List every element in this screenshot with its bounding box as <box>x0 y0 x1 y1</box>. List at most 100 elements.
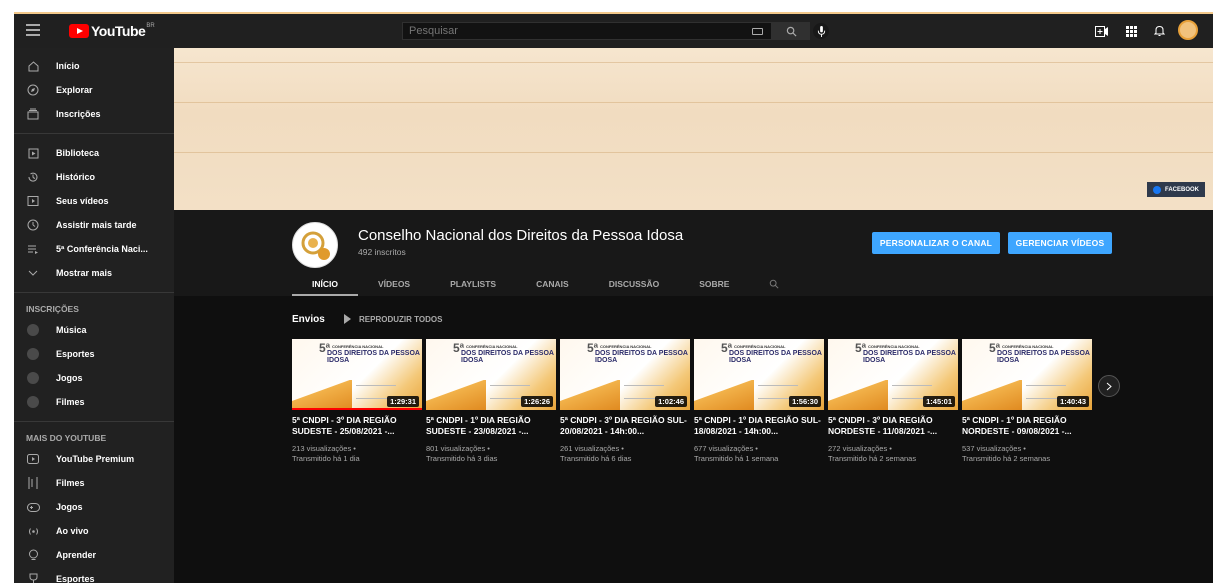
keyboard-icon[interactable] <box>752 27 763 35</box>
video-thumbnail[interactable]: 5ª CONFERÊNCIA NACIONAL DOS DIREITOS DA PE… <box>962 339 1092 410</box>
video-thumbnail[interactable]: 5ª CONFERÊNCIA NACIONAL DOS DIREITOS DA PE… <box>426 339 556 410</box>
video-title[interactable]: 5ª CNDPI - 3º DIA REGIÃO NORDESTE - 11/0… <box>828 415 958 437</box>
video-title[interactable]: 5ª CNDPI - 1º DIA REGIÃO NORDESTE - 09/0… <box>962 415 1092 437</box>
gamepad-icon <box>26 500 40 514</box>
apps-grid-icon[interactable] <box>1124 24 1138 38</box>
history-icon <box>26 170 40 184</box>
sidebar-item-music[interactable]: Música <box>14 318 174 342</box>
video-card[interactable]: 5ª CONFERÊNCIA NACIONAL DOS DIREITOS DA PE… <box>694 339 824 464</box>
customize-channel-button[interactable]: PERSONALIZAR O CANAL <box>872 232 1000 254</box>
uploads-section: Envios REPRODUZIR TODOS 5ª CONFERÊNCIA NA… <box>174 296 1213 583</box>
next-arrow-button[interactable] <box>1098 375 1120 397</box>
play-icon <box>344 314 351 324</box>
video-card[interactable]: 5ª CONFERÊNCIA NACIONAL DOS DIREITOS DA PE… <box>560 339 690 464</box>
trophy-icon <box>26 572 40 583</box>
video-views: 801 visualizações • <box>426 444 490 453</box>
notifications-bell-icon[interactable] <box>1152 24 1166 38</box>
subscriptions-icon <box>26 107 40 121</box>
banner-stripe <box>174 152 1213 153</box>
account-avatar[interactable] <box>1178 20 1198 40</box>
video-title[interactable]: 5ª CNDPI - 3º DIA REGIÃO SUL- 20/08/2021… <box>560 415 690 437</box>
video-thumbnail[interactable]: 5ª CONFERÊNCIA NACIONAL DOS DIREITOS DA PE… <box>828 339 958 410</box>
thumbnail-text: CONFERÊNCIA NACIONAL <box>600 344 652 349</box>
sidebar-item-learning[interactable]: Aprender <box>14 543 174 567</box>
thumbnail-title: DOS DIREITOS DA PESSOA IDOSA <box>997 350 1090 364</box>
sidebar-item-label: Filmes <box>56 478 85 488</box>
watched-progress-bar <box>292 408 422 410</box>
sidebar-item-history[interactable]: Histórico <box>14 165 174 189</box>
sidebar-item-label: Música <box>56 325 87 335</box>
youtube-premium-icon <box>26 452 40 466</box>
video-title[interactable]: 5ª CNDPI - 1º DIA REGIÃO SUDESTE - 23/08… <box>426 415 556 437</box>
subscriber-count: 492 inscritos <box>358 247 406 257</box>
video-thumbnail[interactable]: 5ª CONFERÊNCIA NACIONAL DOS DIREITOS DA PE… <box>560 339 690 410</box>
play-all-label: REPRODUZIR TODOS <box>359 314 443 324</box>
search-button[interactable] <box>772 22 810 40</box>
sidebar-item-playlist[interactable]: 5ª Conferência Naci... <box>14 237 174 261</box>
sidebar-item-label: Jogos <box>56 502 83 512</box>
sidebar-item-games[interactable]: Jogos <box>14 495 174 519</box>
video-card[interactable]: 5ª CONFERÊNCIA NACIONAL DOS DIREITOS DA PE… <box>962 339 1092 464</box>
tab-discussion[interactable]: DISCUSSÃO <box>589 272 680 296</box>
menu-icon[interactable] <box>26 24 40 36</box>
sidebar-item-explore[interactable]: Explorar <box>14 78 174 102</box>
video-thumbnail[interactable]: 5ª CONFERÊNCIA NACIONAL DOS DIREITOS DA PE… <box>694 339 824 410</box>
sidebar-item-show-more[interactable]: Mostrar mais <box>14 261 174 285</box>
video-card[interactable]: 5ª CONFERÊNCIA NACIONAL DOS DIREITOS DA PE… <box>828 339 958 464</box>
sidebar-item-sports[interactable]: Esportes <box>14 342 174 366</box>
sidebar-item-label: Filmes <box>56 397 85 407</box>
video-title[interactable]: 5ª CNDPI - 1º DIA REGIÃO SUL- 18/08/2021… <box>694 415 824 437</box>
sidebar-divider <box>14 292 174 293</box>
thumbnail-title: DOS DIREITOS DA PESSOA IDOSA <box>461 350 554 364</box>
youtube-logo[interactable]: YouTube BR <box>69 23 155 39</box>
tab-playlists[interactable]: PLAYLISTS <box>430 272 516 296</box>
sidebar-item-home[interactable]: Início <box>14 54 174 78</box>
video-card[interactable]: 5ª CONFERÊNCIA NACIONAL DOS DIREITOS DA PE… <box>292 339 422 464</box>
sidebar-item-live[interactable]: Ao vivo <box>14 519 174 543</box>
sidebar-item-label: Esportes <box>56 574 95 583</box>
channel-search-button[interactable] <box>749 272 799 296</box>
sidebar-item-gaming[interactable]: Jogos <box>14 366 174 390</box>
video-duration: 1:29:31 <box>387 396 419 407</box>
section-title[interactable]: Envios <box>292 314 325 325</box>
banner-stripe <box>174 62 1213 63</box>
sidebar-item-your-videos[interactable]: Seus vídeos <box>14 189 174 213</box>
playlist-icon <box>26 242 40 256</box>
video-views: 213 visualizações • <box>292 444 356 453</box>
sidebar-item-library[interactable]: Biblioteca <box>14 141 174 165</box>
sidebar-item-sports-hub[interactable]: Esportes <box>14 567 174 583</box>
channel-avatar[interactable] <box>292 222 338 268</box>
thumbnail-decoration <box>426 380 486 410</box>
sidebar-item-label: YouTube Premium <box>56 454 135 464</box>
sidebar-item-watch-later[interactable]: Assistir mais tarde <box>14 213 174 237</box>
play-all-button[interactable]: REPRODUZIR TODOS <box>344 314 442 324</box>
video-title[interactable]: 5ª CNDPI - 3º DIA REGIÃO SUDESTE - 25/08… <box>292 415 422 437</box>
sidebar-item-label: Início <box>56 61 80 71</box>
sidebar-item-label: Jogos <box>56 373 83 383</box>
tab-about[interactable]: SOBRE <box>679 272 749 296</box>
sidebar-item-label: 5ª Conferência Naci... <box>56 244 148 254</box>
thumbnail-title: DOS DIREITOS DA PESSOA IDOSA <box>327 350 420 364</box>
sidebar-item-youtube-premium[interactable]: YouTube Premium <box>14 447 174 471</box>
tab-home[interactable]: INÍCIO <box>292 272 358 296</box>
tab-videos[interactable]: VÍDEOS <box>358 272 430 296</box>
search-input[interactable] <box>403 23 752 39</box>
banner-facebook-link[interactable]: FACEBOOK <box>1146 182 1205 197</box>
film-icon <box>26 476 40 490</box>
subscriptions-heading: INSCRIÇÕES <box>26 304 79 314</box>
sidebar-item-label: Histórico <box>56 172 96 182</box>
tab-channels[interactable]: CANAIS <box>516 272 589 296</box>
sidebar-item-films[interactable]: Filmes <box>14 471 174 495</box>
sidebar-item-movies[interactable]: Filmes <box>14 390 174 414</box>
video-thumbnail[interactable]: 5ª CONFERÊNCIA NACIONAL DOS DIREITOS DA PE… <box>292 339 422 410</box>
search-box <box>402 22 772 40</box>
video-streamed-time: Transmitido há 1 semana <box>694 454 779 463</box>
manage-videos-button[interactable]: GERENCIAR VÍDEOS <box>1008 232 1112 254</box>
thumbnail-text: CONFERÊNCIA NACIONAL <box>1002 344 1054 349</box>
library-icon <box>26 146 40 160</box>
video-card[interactable]: 5ª CONFERÊNCIA NACIONAL DOS DIREITOS DA PE… <box>426 339 556 464</box>
mic-button[interactable] <box>813 23 829 39</box>
sidebar-item-subscriptions[interactable]: Inscrições <box>14 102 174 126</box>
create-video-icon[interactable] <box>1094 24 1108 38</box>
video-duration: 1:26:26 <box>521 396 553 407</box>
